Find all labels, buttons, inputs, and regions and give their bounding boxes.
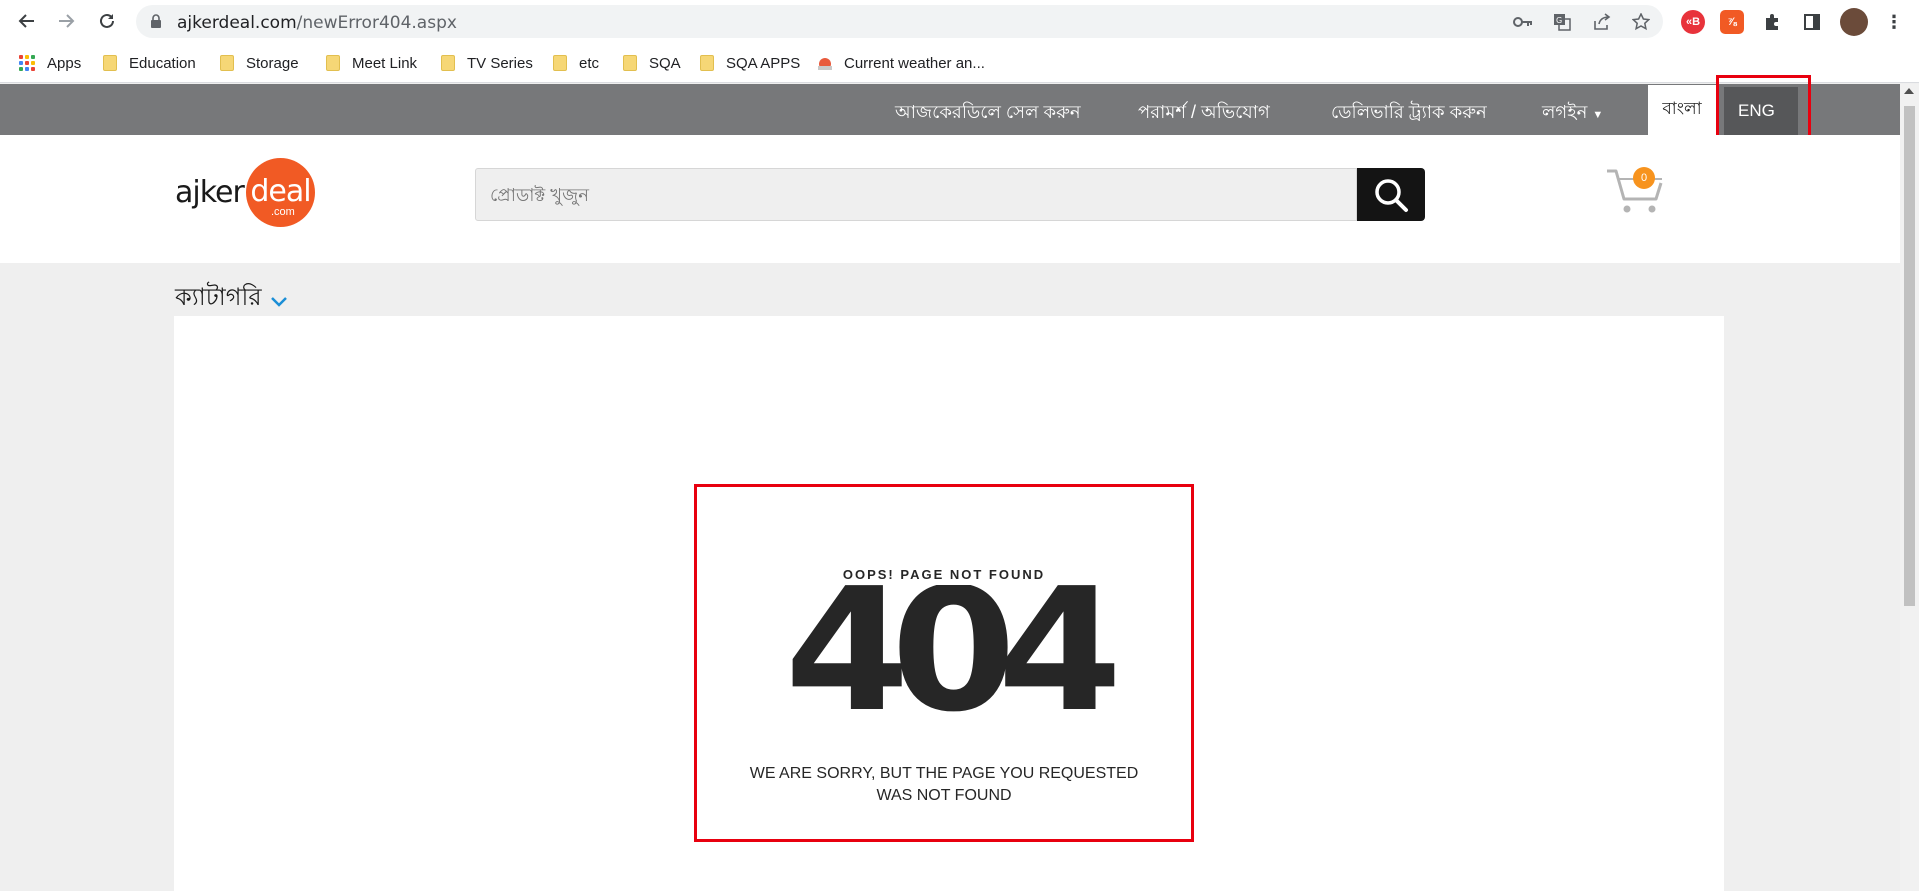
cart-count-badge: 0 xyxy=(1633,167,1655,189)
menu-icon[interactable]: ⋮ xyxy=(1882,10,1906,34)
sell-link[interactable]: আজকেরডিলে সেল করুন xyxy=(895,98,1081,129)
logo-com: .com xyxy=(271,206,295,218)
logo-word: ajker xyxy=(175,175,245,210)
category-label: ক্যাটাগরি xyxy=(175,284,262,311)
puzzle-icon[interactable] xyxy=(1760,10,1784,34)
folder-icon xyxy=(103,55,117,71)
bookmark-label: SQA xyxy=(649,54,681,72)
apps-grid-icon xyxy=(19,55,35,71)
bookmark-label: Meet Link xyxy=(352,54,418,72)
bookmark-label: TV Series xyxy=(467,54,533,72)
error-message: WE ARE SORRY, BUT THE PAGE YOU REQUESTED… xyxy=(749,765,1139,804)
logo-deal: deal xyxy=(250,174,311,209)
bookmark-label: Apps xyxy=(47,54,82,72)
bookmark-apps[interactable]: Apps xyxy=(19,51,81,75)
bookmark-storage[interactable]: Storage xyxy=(220,51,299,75)
folder-icon xyxy=(553,55,567,71)
category-dropdown[interactable]: ক্যাটাগরি xyxy=(175,279,288,319)
bookmark-sqa-apps[interactable]: SQA APPS xyxy=(700,51,800,75)
weather-icon xyxy=(818,58,832,70)
url-domain: ajkerdeal.com xyxy=(177,13,297,33)
site-header: ajker deal .com 0 xyxy=(0,135,1900,263)
page-scrollbar[interactable] xyxy=(1900,84,1919,891)
folder-icon xyxy=(326,55,340,71)
folder-icon xyxy=(441,55,455,71)
lang-bangla-button[interactable]: বাংলা xyxy=(1648,85,1716,135)
back-icon[interactable] xyxy=(14,8,40,34)
folder-icon xyxy=(220,55,234,71)
sidebar-icon[interactable] xyxy=(1800,10,1824,34)
bookmark-label: Current weather an... xyxy=(844,54,985,72)
svg-text:G: G xyxy=(1556,16,1562,25)
folder-icon xyxy=(623,55,637,71)
key-icon[interactable] xyxy=(1512,11,1534,33)
bookmark-label: SQA APPS xyxy=(726,54,801,72)
share-icon[interactable] xyxy=(1591,11,1613,33)
lock-icon[interactable] xyxy=(150,13,162,29)
bookmark-etc[interactable]: etc xyxy=(553,51,599,75)
bookmark-education[interactable]: Education xyxy=(103,51,196,75)
search-input[interactable] xyxy=(490,182,1330,208)
error-code-graphic: 404 xyxy=(782,585,1136,715)
search-button[interactable] xyxy=(1357,168,1425,221)
error-heading: OOPS! PAGE NOT FOUND xyxy=(842,567,1046,582)
bookmark-label: Education xyxy=(129,54,196,72)
url-text[interactable]: ajkerdeal.com/newError404.aspx xyxy=(177,13,457,33)
bookmarks-bar: Apps Education Storage Meet Link TV Seri… xyxy=(0,43,1919,83)
scroll-up-arrow-icon[interactable] xyxy=(1904,88,1914,94)
forward-icon[interactable] xyxy=(53,8,79,34)
error-code: 404 xyxy=(785,585,1115,715)
scroll-thumb[interactable] xyxy=(1904,106,1915,606)
translate-icon[interactable]: G xyxy=(1551,11,1573,33)
login-label: লগইন xyxy=(1542,102,1588,122)
reload-icon[interactable] xyxy=(94,8,120,34)
caret-down-icon: ▼ xyxy=(1592,109,1604,121)
browser-toolbar: ajkerdeal.com/newError404.aspx G «B ⅞ ⋮ xyxy=(0,0,1919,43)
login-dropdown[interactable]: লগইন ▼ xyxy=(1542,98,1603,129)
star-icon[interactable] xyxy=(1630,11,1652,33)
search-container xyxy=(475,168,1357,221)
extension-a-icon[interactable]: ⅞ xyxy=(1720,10,1744,34)
profile-avatar[interactable] xyxy=(1840,8,1868,36)
url-path: /newError404.aspx xyxy=(296,13,457,33)
error-box: OOPS! PAGE NOT FOUND 404 WE ARE SORRY, B… xyxy=(694,484,1194,842)
search-icon xyxy=(1375,178,1408,212)
track-delivery-link[interactable]: ডেলিভারি ট্র্যাক করুন xyxy=(1331,98,1487,129)
folder-icon xyxy=(700,55,714,71)
feedback-link[interactable]: পরামর্শ / অভিযোগ xyxy=(1138,98,1270,129)
site-logo[interactable]: ajker deal .com xyxy=(175,157,317,227)
bookmark-label: etc xyxy=(579,54,600,72)
site-topbar: আজকেরডিলে সেল করুন পরামর্শ / অভিযোগ ডেলি… xyxy=(0,84,1900,135)
bookmark-tv-series[interactable]: TV Series xyxy=(441,51,533,75)
bookmark-meet-link[interactable]: Meet Link xyxy=(326,51,417,75)
extension-b-icon[interactable]: «B xyxy=(1681,10,1705,34)
chevron-down-icon xyxy=(270,297,287,307)
address-bar[interactable]: ajkerdeal.com/newError404.aspx G xyxy=(136,5,1663,38)
bookmark-sqa[interactable]: SQA xyxy=(623,51,681,75)
bookmark-label: Storage xyxy=(246,54,299,72)
bookmark-weather[interactable]: Current weather an... xyxy=(816,51,985,75)
